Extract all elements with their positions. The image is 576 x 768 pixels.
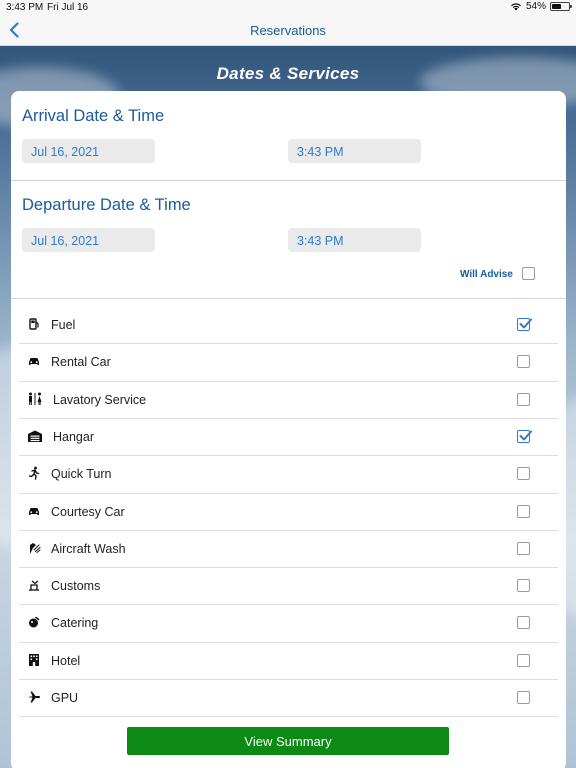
view-summary-button[interactable]: View Summary	[127, 727, 449, 755]
will-advise-label: Will Advise	[460, 269, 513, 280]
service-checkbox[interactable]	[517, 504, 530, 518]
plane-icon	[27, 690, 41, 704]
will-advise-checkbox[interactable]	[522, 267, 535, 280]
service-row-fuel[interactable]: Fuel	[19, 306, 558, 343]
service-checkbox[interactable]	[517, 653, 530, 667]
service-row-rental-car[interactable]: Rental Car	[19, 343, 558, 380]
status-bar: 3:43 PM Fri Jul 16 54%	[0, 0, 576, 14]
service-checkbox[interactable]	[517, 467, 530, 481]
restroom-icon	[27, 392, 42, 406]
divider	[11, 180, 566, 181]
status-date: Fri Jul 16	[47, 2, 89, 13]
wifi-icon	[510, 3, 521, 11]
status-right: 54%	[510, 1, 572, 12]
service-row-gpu[interactable]: GPU	[19, 679, 558, 716]
warehouse-icon	[27, 429, 42, 443]
customs-icon	[27, 578, 41, 592]
service-row-customs[interactable]: Customs	[19, 567, 558, 604]
row-divider	[19, 716, 558, 718]
running-icon	[27, 466, 41, 480]
service-label: Aircraft Wash	[51, 541, 126, 556]
service-checkbox[interactable]	[517, 541, 530, 555]
form-card: Arrival Date & Time Jul 16, 2021 3:43 PM…	[11, 91, 566, 768]
service-row-courtesy-car[interactable]: Courtesy Car	[19, 493, 558, 530]
service-checkbox[interactable]	[517, 616, 530, 630]
battery-percent: 54%	[525, 1, 546, 12]
nav-bar: Reservations	[0, 14, 576, 46]
fuel-pump-icon	[27, 317, 41, 331]
departure-time-field[interactable]: 3:43 PM	[288, 228, 421, 252]
service-label: Quick Turn	[51, 467, 112, 482]
car-icon	[27, 504, 41, 518]
service-label: Hotel	[51, 653, 81, 668]
battery-icon	[550, 2, 572, 11]
service-checkbox[interactable]	[517, 691, 530, 704]
car-icon	[27, 354, 41, 368]
service-label: GPU	[51, 691, 79, 705]
status-time: 3:43 PM	[6, 2, 44, 13]
service-label: Courtesy Car	[51, 504, 125, 519]
service-row-hotel[interactable]: Hotel	[19, 642, 558, 679]
service-checkbox[interactable]	[517, 318, 532, 331]
nav-title: Reservations	[250, 23, 326, 38]
service-checkbox[interactable]	[517, 392, 530, 406]
service-checkbox[interactable]	[517, 579, 530, 593]
food-icon	[27, 615, 41, 629]
service-label: Fuel	[51, 318, 76, 332]
service-row-lavatory-service[interactable]: Lavatory Service	[19, 381, 558, 418]
arrival-date-field[interactable]: Jul 16, 2021	[22, 139, 155, 163]
spray-icon	[27, 541, 41, 555]
arrival-time-field[interactable]: 3:43 PM	[288, 139, 421, 163]
service-row-catering[interactable]: Catering	[19, 604, 558, 641]
service-label: Hangar	[53, 429, 94, 444]
service-row-quick-turn[interactable]: Quick Turn	[19, 455, 558, 492]
service-row-aircraft-wash[interactable]: Aircraft Wash	[19, 530, 558, 567]
departure-date-field[interactable]: Jul 16, 2021	[22, 228, 155, 252]
service-checkbox[interactable]	[517, 355, 530, 369]
service-checkbox[interactable]	[517, 429, 532, 443]
arrival-title: Arrival Date & Time	[22, 107, 165, 125]
service-label: Catering	[51, 616, 99, 631]
divider	[11, 298, 566, 299]
hotel-icon	[27, 653, 41, 667]
service-label: Lavatory Service	[53, 392, 147, 407]
service-row-hangar[interactable]: Hangar	[19, 418, 558, 455]
page-title: Dates & Services	[216, 64, 360, 83]
service-label: Customs	[51, 579, 101, 594]
service-label: Rental Car	[51, 355, 111, 370]
departure-title: Departure Date & Time	[22, 196, 191, 214]
